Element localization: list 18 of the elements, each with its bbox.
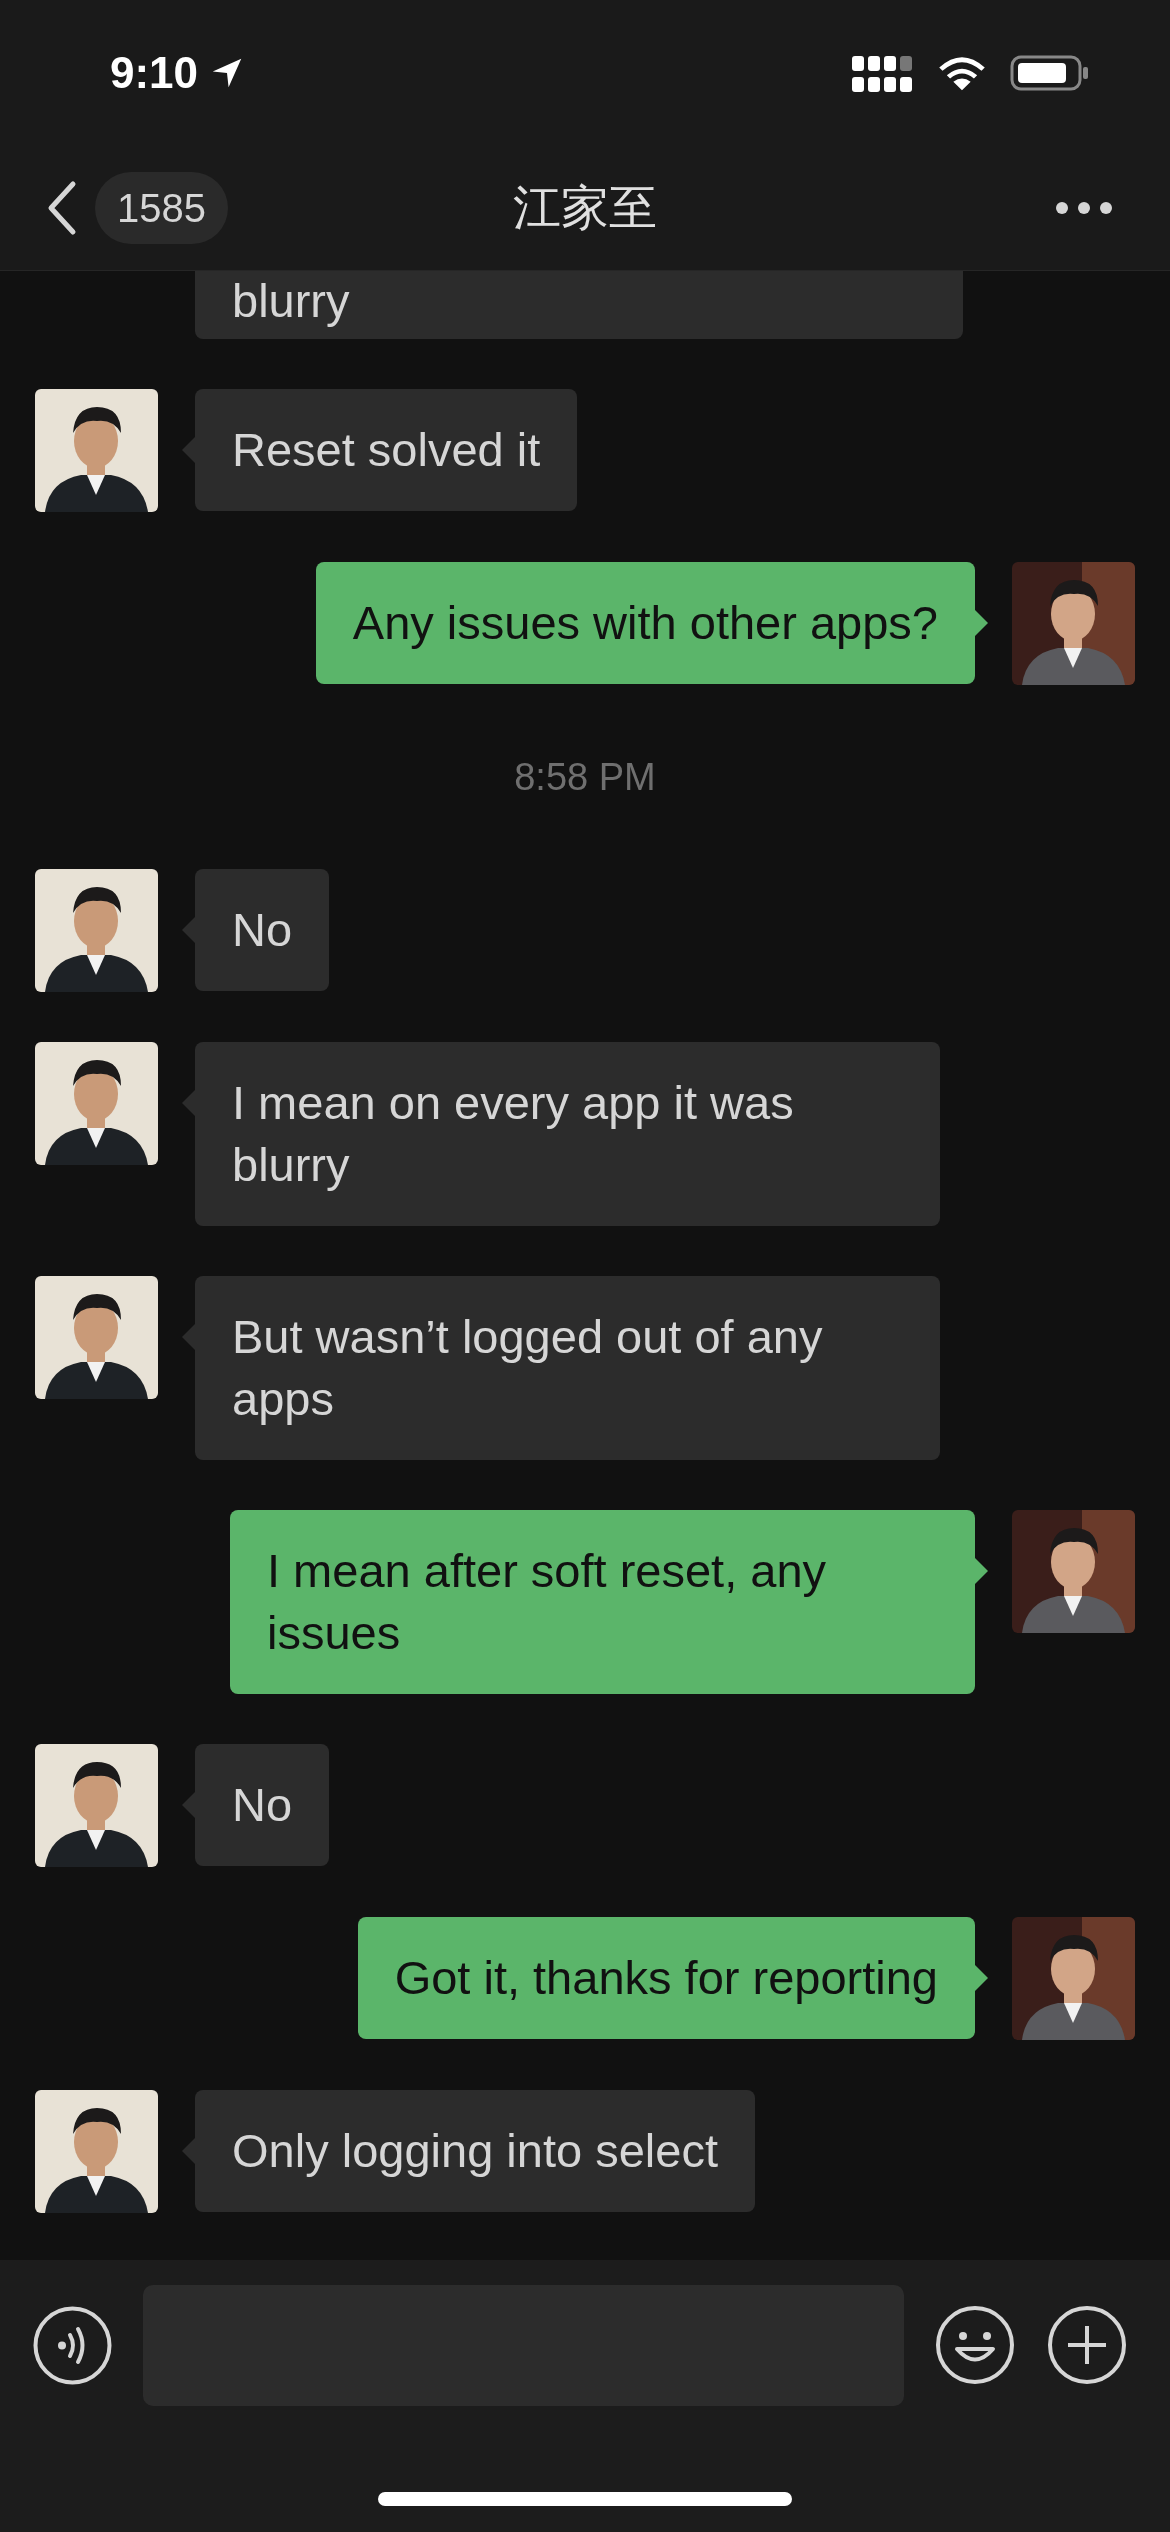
message-text: I mean on every app it was blurry: [232, 1076, 794, 1191]
message-text: No: [232, 903, 293, 956]
message-text: No: [232, 1778, 293, 1831]
more-icon[interactable]: [1055, 200, 1113, 215]
voice-icon[interactable]: [32, 2304, 113, 2386]
unread-count-badge: 1585: [95, 171, 228, 244]
message-text: Reset solved it: [232, 423, 541, 476]
timestamp: 8:58 PM: [514, 754, 656, 800]
message-text: Only logging into select: [232, 2124, 718, 2177]
emoji-icon[interactable]: [934, 2304, 1016, 2386]
message-text: I mean after soft reset, any issues: [267, 1544, 827, 1659]
message-text: Any issues with other apps?: [352, 596, 938, 649]
message-text: But wasn’t logged out of any apps: [232, 1310, 823, 1425]
chat-title: 江家至: [513, 179, 657, 236]
message-text: blurry: [232, 274, 350, 327]
status-time: 9:10: [110, 46, 199, 99]
message-text: Got it, thanks for reporting: [394, 1951, 938, 2004]
plus-icon[interactable]: [1046, 2304, 1128, 2386]
